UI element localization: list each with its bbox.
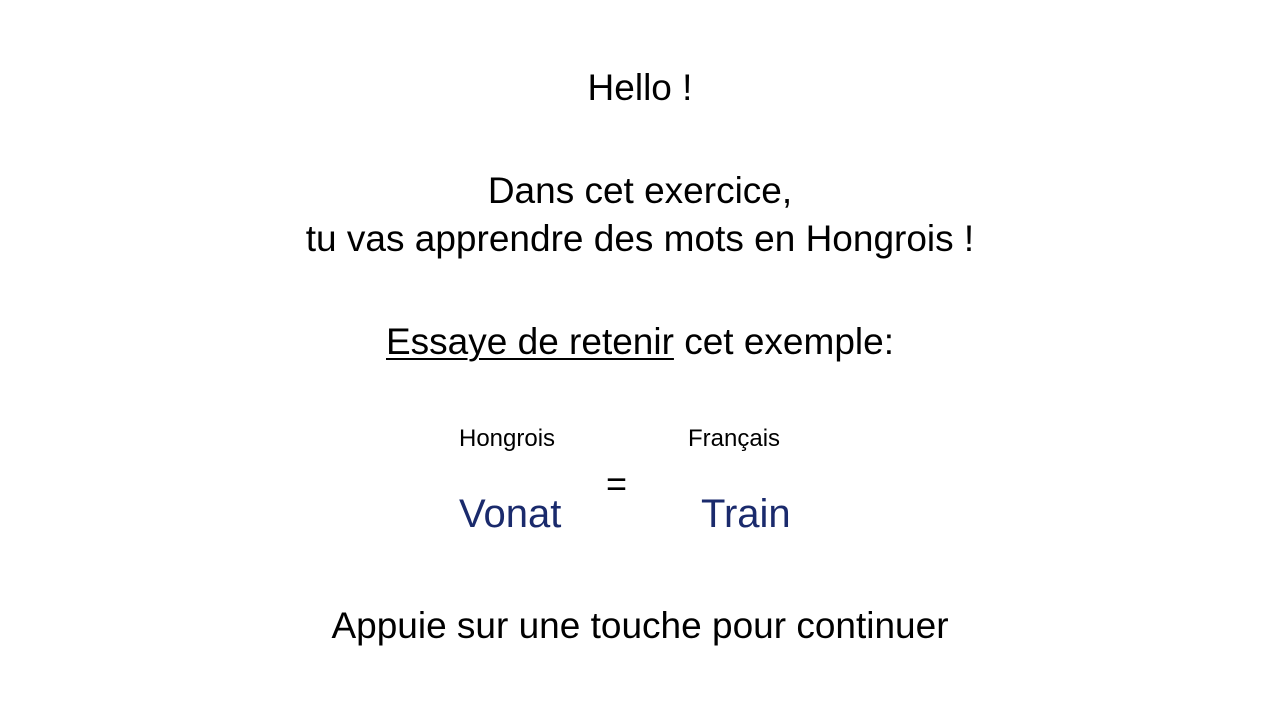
greeting-text: Hello !: [587, 67, 693, 108]
continue-prompt: Appuie sur une touche pour continuer: [331, 605, 949, 646]
word-hungarian: Vonat: [459, 492, 562, 536]
instruction-text: Essaye de retenir cet exemple:: [0, 320, 1280, 364]
header-french: Français: [688, 425, 781, 452]
intro-line-2: tu vas apprendre des mots en Hongrois !: [305, 218, 975, 259]
instruction-screen: Hello ! Dans cet exercice, tu vas appren…: [0, 0, 1280, 720]
instruction-emphasis: Essaye de retenir: [386, 321, 674, 362]
word-french: Train: [701, 492, 791, 536]
equals-sign: =: [606, 463, 628, 504]
instruction-rest: cet exemple:: [673, 321, 894, 362]
intro-line-1: Dans cet exercice,: [487, 170, 793, 211]
header-hungarian: Hongrois: [459, 425, 556, 452]
